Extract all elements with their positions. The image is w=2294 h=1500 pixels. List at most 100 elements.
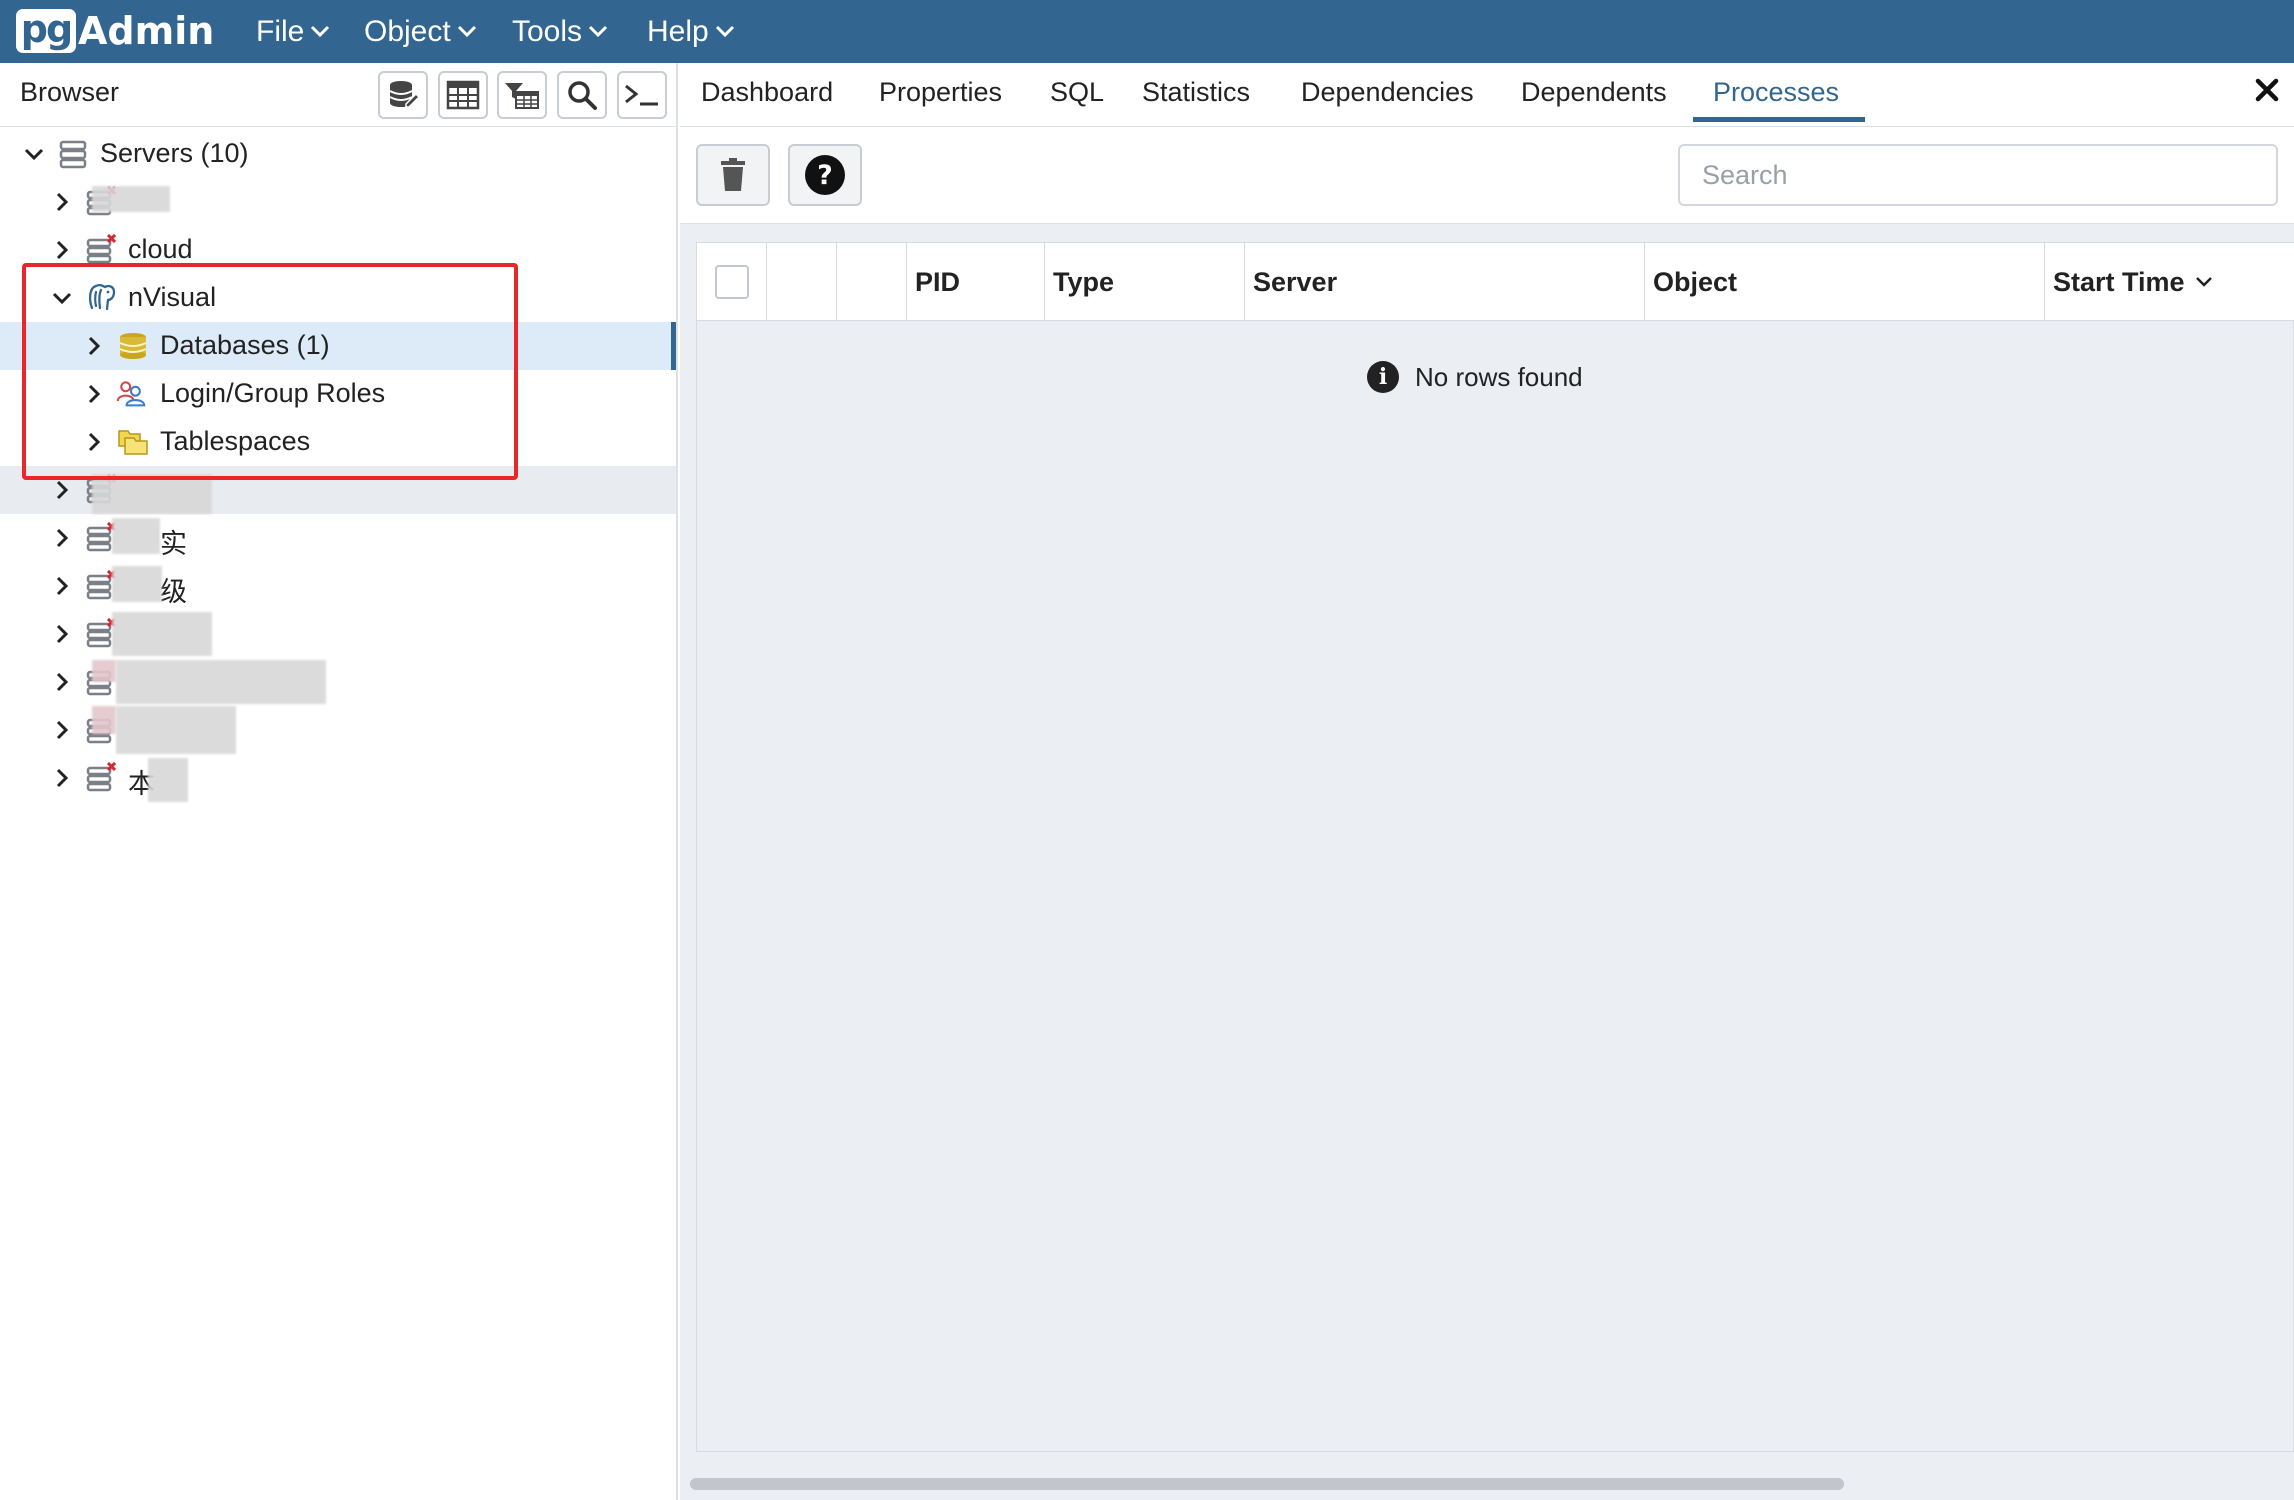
view-data-button[interactable] [438, 71, 488, 119]
search-input[interactable] [1678, 144, 2278, 206]
redacted-label [116, 660, 326, 704]
chevron-down-icon [715, 25, 734, 37]
chevron-right-icon[interactable] [52, 240, 72, 260]
help-icon: ? [805, 155, 845, 195]
tab-properties[interactable]: Properties [879, 77, 1002, 108]
tab-bar: Dashboard Properties SQL Statistics Depe… [680, 63, 2294, 127]
redacted-label [92, 706, 116, 734]
chevron-right-icon[interactable] [52, 528, 72, 548]
tree-server-item[interactable] [0, 610, 676, 658]
redacted-label [92, 186, 170, 212]
terminal-icon [625, 84, 658, 106]
header-type[interactable]: Type [1045, 243, 1245, 321]
redacted-label [116, 706, 236, 754]
search-objects-button[interactable] [557, 71, 607, 119]
chevron-right-icon[interactable] [52, 672, 72, 692]
redacted-label [148, 758, 188, 802]
top-navbar: pg Admin File Object Tools Help [0, 0, 2294, 63]
chevron-right-icon[interactable] [52, 624, 72, 644]
tab-dependents[interactable]: Dependents [1521, 77, 1667, 108]
menu-help[interactable]: Help [647, 0, 735, 63]
tree-server-item[interactable]: 实 [0, 514, 676, 562]
redacted-label [112, 518, 160, 554]
server-disconnected-icon [86, 762, 116, 792]
empty-state-message: No rows found [1415, 361, 1583, 392]
tree-server-item[interactable]: 级 [0, 562, 676, 610]
tree-server-label: 实 [160, 529, 187, 559]
header-object-label: Object [1653, 266, 1738, 297]
tab-sql[interactable]: SQL [1050, 77, 1104, 108]
horizontal-scrollbar[interactable] [690, 1478, 1844, 1490]
logo-pg-mark: pg [16, 9, 76, 53]
trash-icon [721, 158, 745, 191]
header-pid-label: PID [915, 266, 961, 297]
filtered-rows-button[interactable] [497, 71, 547, 119]
query-tool-icon [389, 81, 420, 108]
menu-help-label: Help [647, 14, 709, 48]
header-start-time-label: Start Time [2053, 266, 2185, 297]
processes-grid: PID Type Server Object Start Time i No r… [696, 242, 2294, 1452]
chevron-down-icon[interactable] [24, 144, 44, 164]
svg-text:?: ? [817, 160, 833, 191]
empty-state: i No rows found [1367, 361, 1583, 393]
active-tab-indicator [1693, 117, 1865, 122]
server-disconnected-icon [86, 234, 116, 264]
tab-dependencies[interactable]: Dependencies [1301, 77, 1474, 108]
tree-server-item[interactable]: 本 [0, 754, 676, 802]
header-action-col [767, 243, 837, 321]
annotation-highlight-box [22, 263, 518, 480]
header-server[interactable]: Server [1245, 243, 1645, 321]
search-icon [568, 81, 597, 110]
tree-server-label: cloud [128, 234, 193, 264]
redacted-label [92, 660, 116, 682]
pgadmin-logo[interactable]: pg Admin [16, 9, 214, 53]
select-all-checkbox[interactable] [715, 265, 749, 299]
header-start-time[interactable]: Start Time [2045, 243, 2294, 321]
tree-servers-label: Servers (10) [100, 138, 249, 168]
grid-header: PID Type Server Object Start Time [697, 243, 2294, 321]
processes-toolbar: ? [680, 128, 2294, 224]
server-group-icon [59, 140, 87, 169]
info-icon: i [1367, 361, 1399, 393]
query-tool-button[interactable] [378, 71, 428, 119]
browser-title: Browser [20, 77, 120, 107]
tab-processes[interactable]: Processes [1713, 77, 1839, 108]
logo-admin-text: Admin [78, 9, 215, 53]
view-data-icon [446, 80, 480, 110]
chevron-right-icon[interactable] [52, 192, 72, 212]
header-action-col [837, 243, 907, 321]
tab-statistics[interactable]: Statistics [1142, 77, 1250, 108]
chevron-right-icon[interactable] [52, 720, 72, 740]
chevron-right-icon[interactable] [52, 768, 72, 788]
chevron-down-icon [457, 25, 476, 37]
chevron-down-icon [311, 25, 330, 37]
tab-dashboard[interactable]: Dashboard [701, 77, 833, 108]
redacted-label [112, 566, 162, 602]
tree-server-label: 级 [160, 577, 187, 607]
menu-object[interactable]: Object [364, 0, 477, 63]
tree-servers-root[interactable]: Servers (10) [0, 130, 676, 178]
psql-tool-button[interactable] [617, 71, 667, 119]
delete-button[interactable] [696, 144, 770, 206]
horizontal-scrollbar-track [680, 1468, 2294, 1500]
select-all-cell [697, 243, 767, 321]
close-icon[interactable] [2254, 77, 2280, 103]
chevron-right-icon[interactable] [52, 480, 72, 500]
header-type-label: Type [1053, 266, 1115, 297]
menu-object-label: Object [364, 14, 451, 48]
menu-file-label: File [256, 14, 305, 48]
filtered-rows-icon [505, 83, 539, 109]
browser-header: Browser [0, 63, 678, 127]
redacted-label [112, 612, 212, 656]
help-button[interactable]: ? [788, 144, 862, 206]
menu-tools-label: Tools [512, 14, 583, 48]
header-server-label: Server [1253, 266, 1338, 297]
menu-tools[interactable]: Tools [512, 0, 608, 63]
chevron-right-icon[interactable] [52, 576, 72, 596]
chevron-down-icon [588, 25, 608, 37]
header-pid[interactable]: PID [907, 243, 1045, 321]
processes-panel: ? PID Type Server Object Start [680, 128, 2294, 1500]
menu-file[interactable]: File [256, 0, 330, 63]
redacted-label [92, 474, 212, 514]
header-object[interactable]: Object [1645, 243, 2045, 321]
